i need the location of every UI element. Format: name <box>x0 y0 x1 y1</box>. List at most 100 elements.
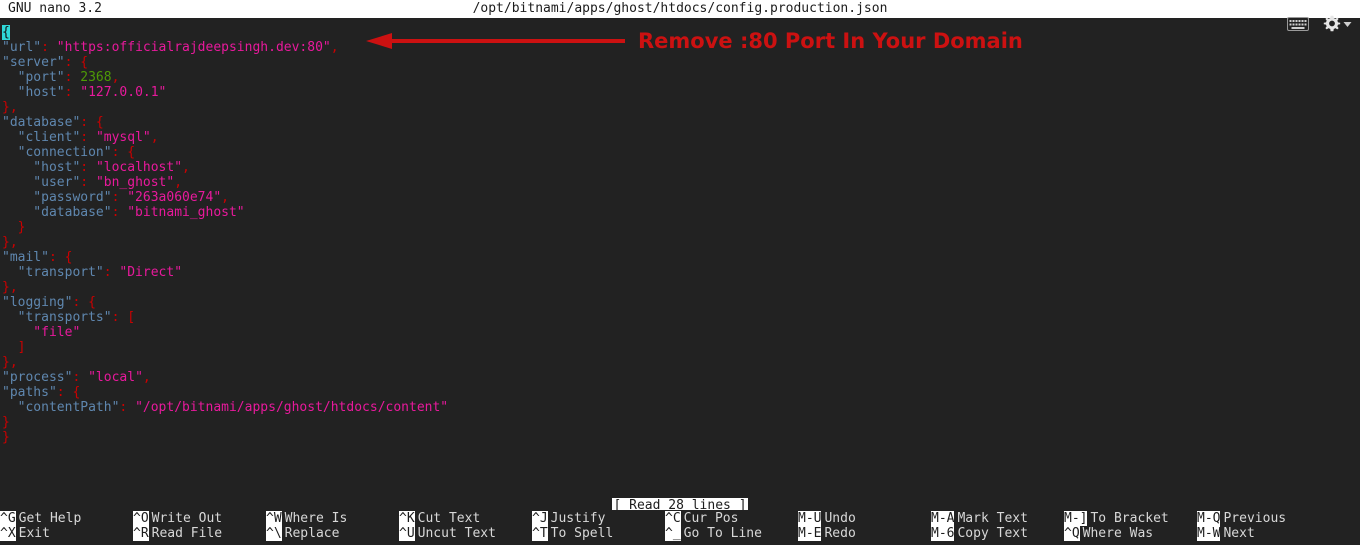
shortcut-item[interactable]: ^U Uncut Text <box>399 526 496 541</box>
code-token-cursor: { <box>2 25 10 40</box>
shortcut-item[interactable]: M-] To Bracket <box>1064 511 1169 526</box>
shortcut-item[interactable]: ^O Write Out <box>133 511 222 526</box>
shortcut-key: ^W <box>266 511 282 526</box>
keyboard-icon[interactable] <box>1287 17 1309 31</box>
code-token-punc: : { <box>48 250 73 265</box>
code-line[interactable]: "client": "mysql", <box>0 130 1360 145</box>
code-line[interactable]: "host": "127.0.0.1" <box>0 85 1360 100</box>
gear-icon[interactable] <box>1323 15 1352 33</box>
code-line[interactable]: "host": "localhost", <box>0 160 1360 175</box>
code-token-key: "host" <box>2 85 65 100</box>
shortcut-item[interactable]: ^C Cur Pos <box>665 511 738 526</box>
code-line[interactable]: "process": "local", <box>0 370 1360 385</box>
shortcut-label: Justify <box>550 511 606 526</box>
shortcut-item[interactable]: ^X Exit <box>0 526 50 541</box>
code-token-punc: , <box>142 370 151 385</box>
code-line[interactable]: "transport": "Direct" <box>0 265 1360 280</box>
code-token-key: "contentPath" <box>2 400 120 415</box>
code-token-punc: }, <box>2 235 18 250</box>
chevron-down-icon <box>1343 21 1352 27</box>
shortcut-item[interactable]: M-E Redo <box>798 526 856 541</box>
code-line[interactable]: "port": 2368, <box>0 70 1360 85</box>
shortcut-key: ^_ <box>665 526 681 541</box>
shortcut-item[interactable]: ^K Cut Text <box>399 511 480 526</box>
code-line[interactable]: }, <box>0 235 1360 250</box>
code-token-str: "127.0.0.1" <box>80 85 167 100</box>
shortcut-item[interactable]: ^T To Spell <box>532 526 613 541</box>
shortcut-item[interactable]: M-W Next <box>1197 526 1255 541</box>
code-line[interactable]: ] <box>0 340 1360 355</box>
code-token-str: "Direct" <box>119 265 183 280</box>
shortcut-item[interactable]: ^_ Go To Line <box>665 526 762 541</box>
code-line[interactable]: "paths": { <box>0 385 1360 400</box>
code-token-punc: , <box>182 160 190 175</box>
shortcut-row-1: ^G Get Help ^O Write Out ^W Where Is ^K Cut Tex… <box>0 511 1360 526</box>
shortcut-item[interactable]: ^\ Replace <box>266 526 339 541</box>
shortcut-key: ^C <box>665 511 681 526</box>
code-line[interactable]: "transports": [ <box>0 310 1360 325</box>
shortcut-key: ^J <box>532 511 548 526</box>
code-token-punc: , <box>150 130 159 145</box>
code-token-key: "transport" <box>2 265 104 280</box>
code-token-punc: : <box>80 160 89 175</box>
code-token-punc: : { <box>72 295 96 310</box>
shortcut-item[interactable]: ^J Justify <box>532 511 605 526</box>
shortcut-item[interactable]: M-A Mark Text <box>931 511 1028 526</box>
code-token-punc: : <box>103 265 112 280</box>
shortcut-label: Cut Text <box>417 511 481 526</box>
code-line[interactable]: "user": "bn_ghost", <box>0 175 1360 190</box>
shortcut-key: M-6 <box>931 526 955 541</box>
shortcut-key: ^R <box>133 526 149 541</box>
code-line[interactable]: "server": { <box>0 55 1360 70</box>
code-token-key: "transports" <box>2 310 112 325</box>
shortcut-key: M-E <box>798 526 822 541</box>
code-token-str: "bn_ghost" <box>95 175 175 190</box>
code-line[interactable]: "logging": { <box>0 295 1360 310</box>
code-token-key: "client" <box>2 130 81 145</box>
shortcut-label: Redo <box>824 526 856 541</box>
nano-editor-window: GNU nano 3.2 /opt/bitnami/apps/ghost/htd… <box>0 0 1360 545</box>
editor-text-area[interactable]: {"url": "https:officialrajdeepsingh.dev:… <box>0 18 1360 492</box>
code-token-key: "server" <box>2 55 65 70</box>
code-line[interactable]: "database": { <box>0 115 1360 130</box>
code-line[interactable]: } <box>0 415 1360 430</box>
code-line[interactable]: }, <box>0 100 1360 115</box>
shortcut-item[interactable]: ^G Get Help <box>0 511 81 526</box>
code-token-punc: }, <box>2 355 18 370</box>
code-line[interactable]: "password": "263a060e74", <box>0 190 1360 205</box>
shortcut-key: ^T <box>532 526 548 541</box>
code-token-key: "logging" <box>2 295 73 310</box>
shortcut-item[interactable]: ^R Read File <box>133 526 222 541</box>
shortcut-item[interactable]: ^W Where Is <box>266 511 347 526</box>
shortcut-item[interactable]: M-U Undo <box>798 511 856 526</box>
shortcut-item[interactable]: ^Q Where Was <box>1064 526 1153 541</box>
code-token-str: "localhost" <box>95 160 183 175</box>
shortcut-key: M-Q <box>1197 511 1221 526</box>
code-line[interactable]: "mail": { <box>0 250 1360 265</box>
code-line[interactable]: }, <box>0 355 1360 370</box>
code-line[interactable]: "contentPath": "/opt/bitnami/apps/ghost/… <box>0 400 1360 415</box>
code-token-punc: }, <box>2 100 18 115</box>
code-line[interactable]: }, <box>0 280 1360 295</box>
code-line[interactable]: { <box>0 25 1360 40</box>
shortcut-key: M-W <box>1197 526 1221 541</box>
shortcut-item[interactable]: M-6 Copy Text <box>931 526 1028 541</box>
shortcut-item[interactable]: M-Q Previous <box>1197 511 1286 526</box>
code-line[interactable]: } <box>0 220 1360 235</box>
shortcut-key: ^X <box>0 526 16 541</box>
code-line[interactable]: "file" <box>0 325 1360 340</box>
code-token-punc: : { <box>111 145 136 160</box>
code-line[interactable]: "url": "https:officialrajdeepsingh.dev:8… <box>0 40 1360 55</box>
shortcut-label: Replace <box>284 526 340 541</box>
code-line[interactable]: "database": "bitnami_ghost" <box>0 205 1360 220</box>
code-line[interactable]: } <box>0 430 1360 445</box>
shortcut-label: Uncut Text <box>417 526 496 541</box>
code-token-key: "connection" <box>2 145 112 160</box>
shortcut-bar: ^G Get Help ^O Write Out ^W Where Is ^K Cut Tex… <box>0 510 1360 545</box>
shortcut-label: To Spell <box>550 526 614 541</box>
code-line[interactable]: "connection": { <box>0 145 1360 160</box>
code-token-punc: } <box>2 415 10 430</box>
